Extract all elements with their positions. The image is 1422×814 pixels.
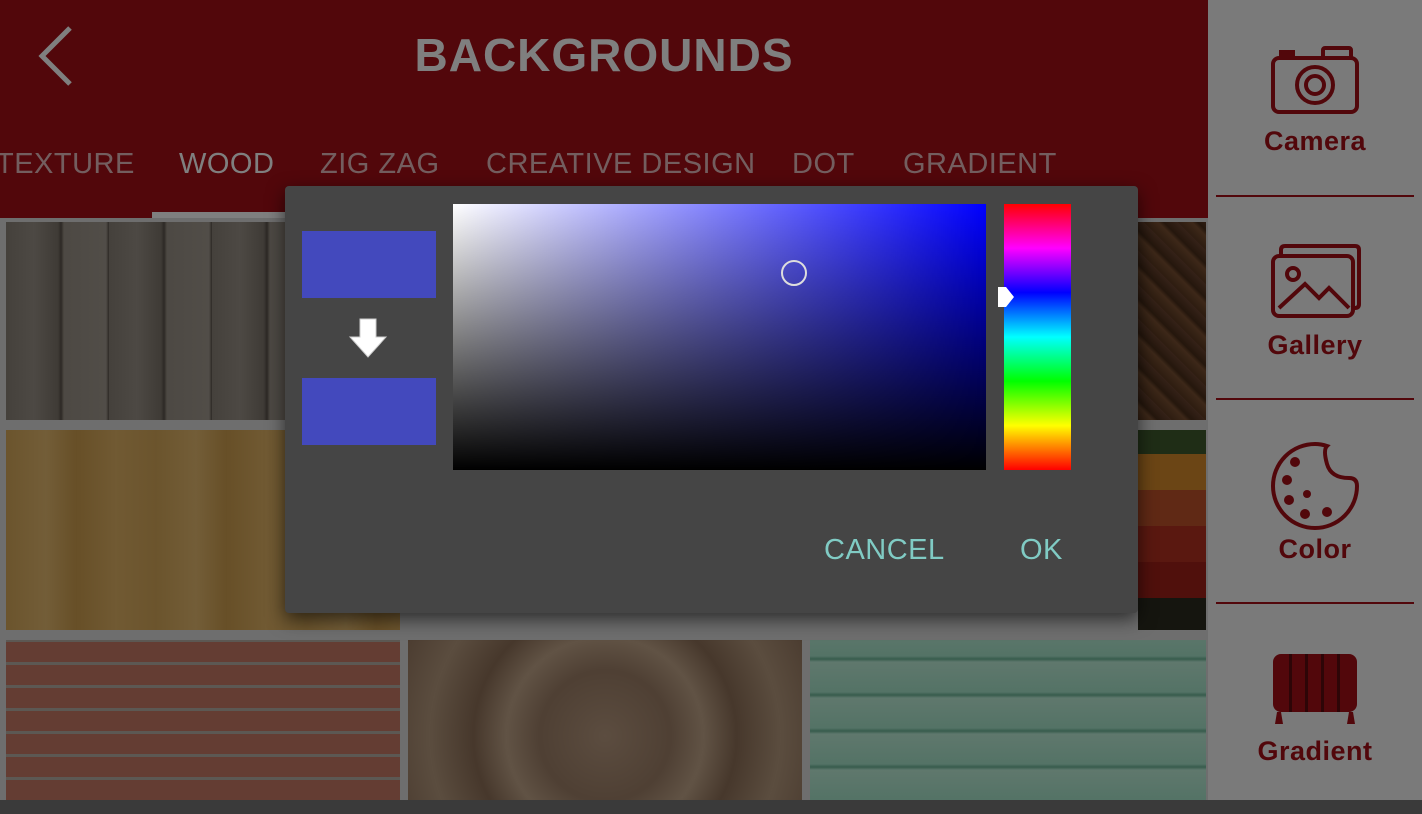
saturation-value-panel[interactable] xyxy=(453,204,986,470)
color-picker-dialog: CANCEL OK xyxy=(285,186,1138,613)
arrow-down-icon xyxy=(348,318,388,358)
black-gradient-layer xyxy=(453,204,986,470)
hue-slider[interactable] xyxy=(998,204,1071,470)
new-color-swatch xyxy=(302,378,436,445)
cancel-button[interactable]: CANCEL xyxy=(824,534,945,567)
color-cursor[interactable] xyxy=(781,260,808,287)
old-color-swatch[interactable] xyxy=(302,231,436,298)
ok-button[interactable]: OK xyxy=(1020,534,1063,567)
hue-slider-handle[interactable] xyxy=(998,287,1014,308)
